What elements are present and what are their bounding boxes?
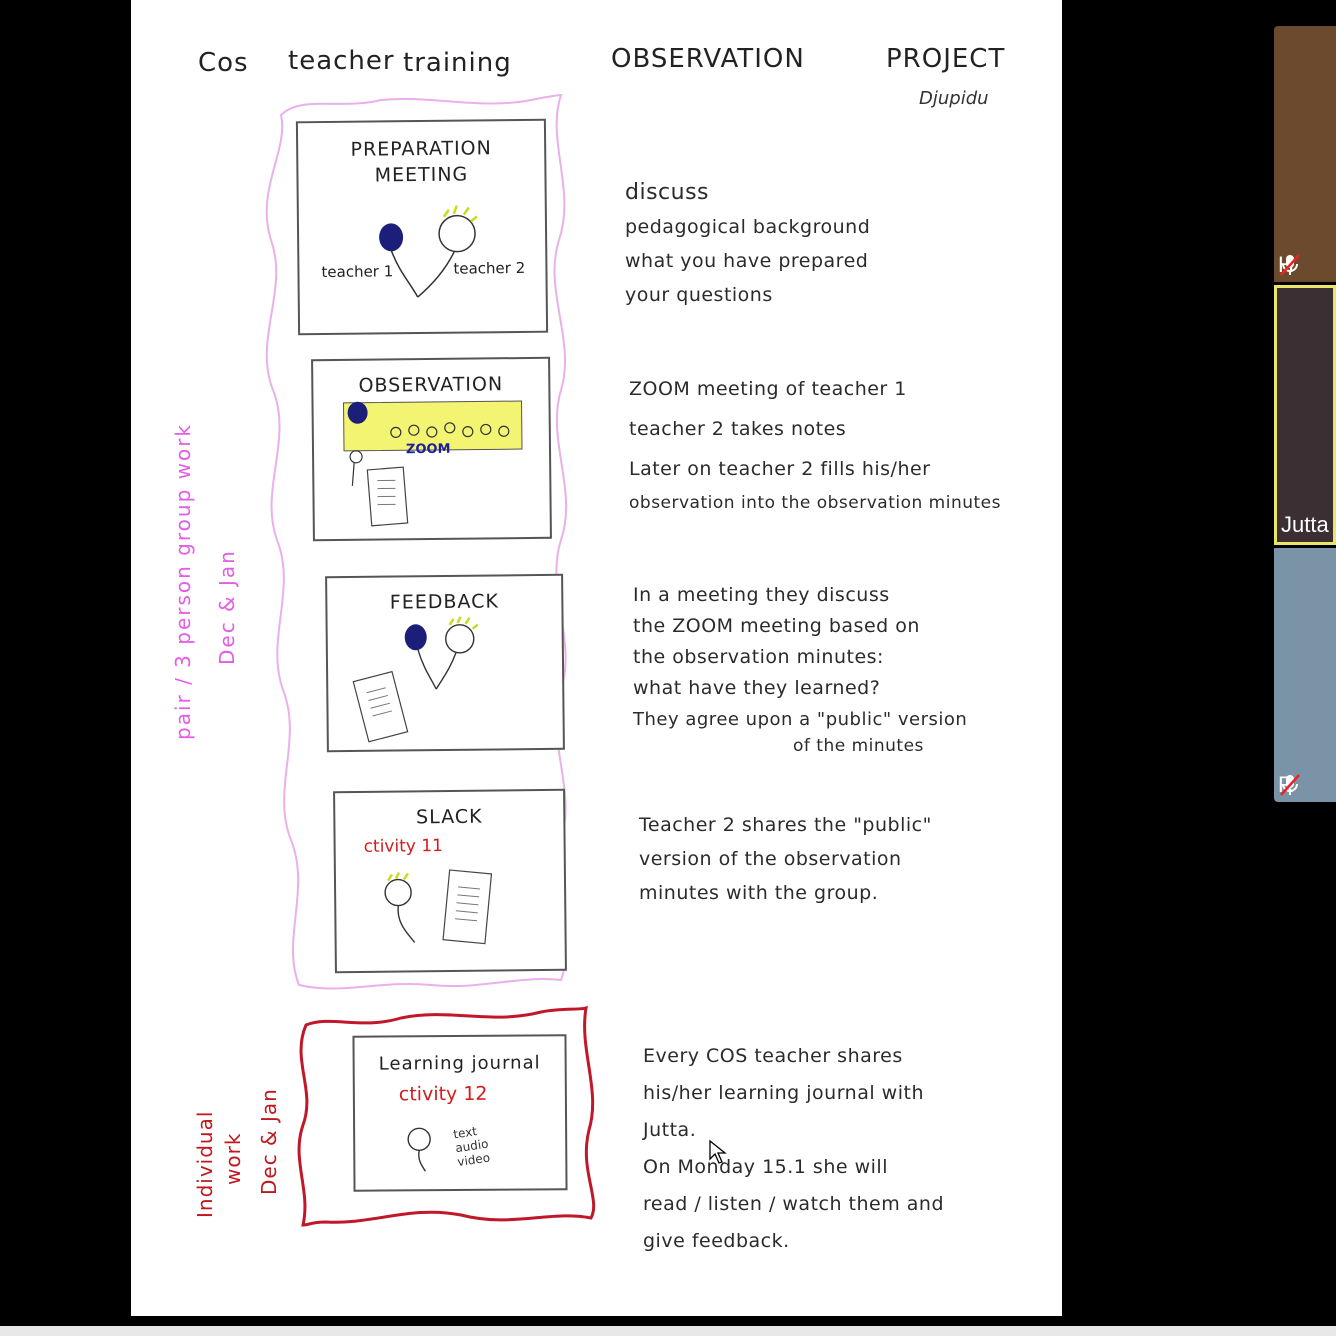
shared-screen-document: Cos teacher training OBSERVATION PROJECT…: [131, 0, 1062, 1316]
note-line: Teacher 2 shares the "public": [639, 814, 932, 836]
participant-tile-active-speaker[interactable]: Jutta: [1274, 285, 1336, 545]
label-teacher-1: teacher 1: [321, 262, 394, 282]
step-frame-feedback: FEEDBACK: [325, 573, 565, 753]
two-teachers-drawing: [379, 205, 478, 298]
note-line: give feedback.: [643, 1230, 790, 1252]
feedback-drawing: [352, 616, 479, 743]
side-label-group-work: pair / 3 person group work: [171, 422, 195, 740]
muted-mic-icon: [1280, 254, 1300, 276]
note-line: the ZOOM meeting based on: [633, 615, 920, 637]
note-line: what have they learned?: [633, 677, 881, 699]
side-label-individual-dates: Dec & Jan: [257, 1088, 281, 1195]
zoom-label: ZOOM: [405, 441, 451, 458]
notes-feedback: In a meeting they discuss the ZOOM meeti…: [633, 580, 967, 757]
note-line: ZOOM meeting of teacher 1: [629, 378, 907, 400]
label-teacher-2: teacher 2: [453, 258, 526, 278]
note-line: his/her learning journal with: [643, 1082, 924, 1104]
participant-name-tag: H: [1278, 252, 1300, 278]
note-line: observation into the observation minutes: [629, 493, 1001, 513]
participant-tile[interactable]: H: [1274, 26, 1336, 282]
note-line: Every COS teacher shares: [643, 1045, 903, 1067]
note-line: Jutta.: [643, 1119, 697, 1141]
note-line: of the minutes: [793, 736, 924, 756]
note-line: minutes with the group.: [639, 882, 879, 904]
muted-mic-icon: [1280, 774, 1300, 796]
note-line: On Monday 15.1 she will: [643, 1156, 888, 1178]
note-line: what you have prepared: [625, 250, 869, 272]
notes-preparation: discuss pedagogical background what you …: [625, 176, 870, 312]
step-frame-slack: SLACK ctivity 11: [333, 788, 567, 974]
participant-name-tag: R: [1278, 772, 1300, 798]
note-line: the observation minutes:: [633, 646, 884, 668]
note-line: Later on teacher 2 fills his/her: [629, 458, 931, 480]
participant-tile[interactable]: R: [1274, 548, 1336, 802]
notes-slack: Teacher 2 shares the "public" version of…: [639, 808, 932, 910]
media-list: text audio video: [452, 1123, 491, 1169]
note-line: version of the observation: [639, 848, 902, 870]
bottom-toolbar-strip: [0, 1326, 1336, 1336]
notes-learning-journal: Every COS teacher shares his/her learnin…: [643, 1038, 944, 1260]
note-line: your questions: [625, 284, 773, 306]
note-line: In a meeting they discuss: [633, 584, 890, 606]
notes-observation: ZOOM meeting of teacher 1 teacher 2 take…: [629, 372, 1001, 520]
step-frame-preparation: PREPARATION MEETING teacher 1 teacher 2: [295, 118, 549, 336]
side-label-group-dates: Dec & Jan: [215, 549, 239, 665]
slack-drawing: [384, 869, 493, 945]
side-label-individual: Individual: [193, 1110, 217, 1218]
side-label-work: work: [221, 1132, 245, 1185]
note-line: read / listen / watch them and: [643, 1193, 945, 1215]
participant-name-tag: Jutta: [1281, 512, 1329, 538]
note-line: pedagogical background: [625, 216, 871, 238]
note-line: teacher 2 takes notes: [629, 418, 847, 440]
step-frame-observation: OBSERVATION ZOOM: [311, 356, 552, 542]
mouse-cursor-icon: [709, 1139, 727, 1164]
note-line: They agree upon a "public" version: [633, 709, 968, 730]
note-line: discuss: [625, 180, 710, 205]
participant-name: Jutta: [1281, 512, 1329, 537]
step-frame-learning-journal: Learning journal ctivity 12 text audio v…: [352, 1034, 568, 1192]
